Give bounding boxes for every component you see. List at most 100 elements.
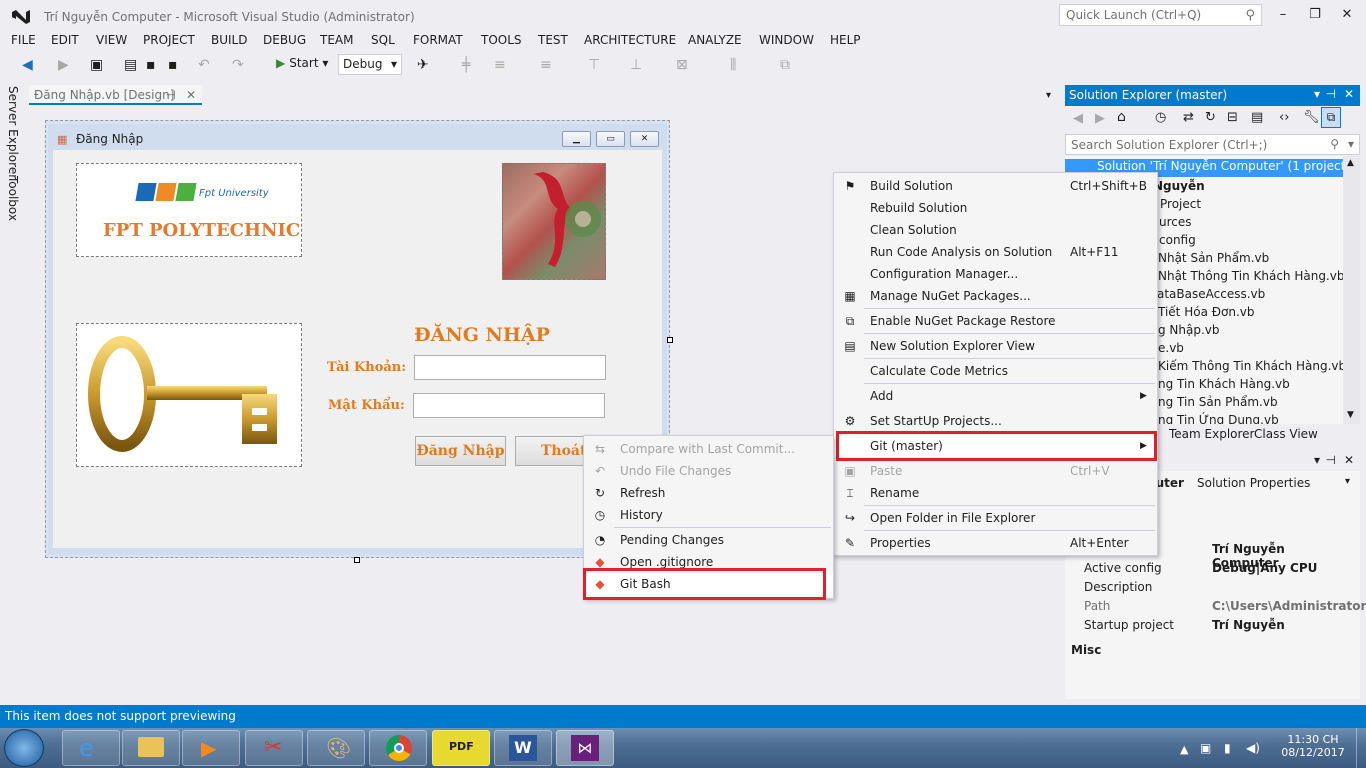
tree-scrollbar[interactable]: ▲ ▼ xyxy=(1343,156,1360,424)
vietnam-map-picture[interactable] xyxy=(502,163,606,280)
tree-item[interactable]: ataBaseAccess.vb xyxy=(1157,287,1265,301)
key-picture[interactable] xyxy=(76,323,302,467)
menu-debug[interactable]: DEBUG xyxy=(263,33,306,47)
property-row[interactable]: Active config Debug|Any CPU xyxy=(1065,561,1343,580)
password-input[interactable] xyxy=(413,393,605,418)
close-icon[interactable]: ✕ xyxy=(1344,453,1354,467)
menu-file[interactable]: FILE xyxy=(11,33,36,47)
form-maximize-button[interactable]: ▭ xyxy=(596,131,625,147)
menu-item-pending-changes[interactable]: ◔ Pending Changes xyxy=(584,529,833,551)
tab-class-view[interactable]: Class View xyxy=(1254,427,1318,441)
menu-item-clean-solution[interactable]: Clean Solution xyxy=(834,219,1157,241)
menu-sql[interactable]: SQL xyxy=(371,33,395,47)
new-project-icon[interactable]: ▣ xyxy=(90,57,103,73)
collapse-icon[interactable]: ⊟ xyxy=(1227,110,1238,125)
tree-item[interactable]: Nhật Thông Tin Khách Hàng.vb xyxy=(1158,269,1343,283)
menu-tools[interactable]: TOOLS xyxy=(481,33,522,47)
tree-item[interactable]: e.vb xyxy=(1158,341,1184,355)
back-icon[interactable]: ◀ xyxy=(1073,111,1083,126)
menu-item-enable-nuget-restore[interactable]: ⧉ Enable NuGet Package Restore xyxy=(834,310,1157,332)
toolbox-tab[interactable]: Toolbox xyxy=(6,176,20,221)
menu-window[interactable]: WINDOW xyxy=(759,33,814,47)
menu-view[interactable]: VIEW xyxy=(96,33,127,47)
open-file-icon[interactable]: ▤ xyxy=(124,57,137,73)
menu-item-add[interactable]: Add ▶ xyxy=(834,385,1157,407)
code-icon[interactable]: ‹› xyxy=(1279,110,1289,125)
show-desktop-button[interactable] xyxy=(1356,728,1366,768)
align-top-icon[interactable]: ⊤ xyxy=(588,57,600,73)
menu-item-configuration-manager[interactable]: Configuration Manager... xyxy=(834,263,1157,285)
form-minimize-button[interactable]: ▁ xyxy=(562,131,591,147)
menu-item-build-solution[interactable]: ⚑ Build Solution Ctrl+Shift+B xyxy=(834,175,1157,197)
menu-item-set-startup-projects[interactable]: ⚙ Set StartUp Projects... xyxy=(834,410,1157,432)
wrench-icon[interactable]: 🔧︎ xyxy=(1303,110,1320,125)
minimize-button[interactable]: – xyxy=(1268,4,1298,26)
menu-item-history[interactable]: ◷ History xyxy=(584,504,833,526)
refresh-icon[interactable]: ↻ xyxy=(1205,110,1216,125)
tree-item[interactable]: ng Tin Khách Hàng.vb xyxy=(1158,377,1290,391)
align-icon[interactable]: ╪ xyxy=(462,57,470,73)
forward-icon[interactable]: ▶ xyxy=(1095,111,1105,126)
menu-architecture[interactable]: ARCHITECTURE xyxy=(584,33,676,47)
taskbar-snipping-icon[interactable]: ✂ xyxy=(245,730,303,766)
username-input[interactable] xyxy=(414,355,606,380)
pin-icon[interactable]: ⊣ xyxy=(1326,87,1336,101)
tree-item-project[interactable]: Nguyễn xyxy=(1153,179,1205,193)
taskbar-paint-icon[interactable]: 🎨︎ xyxy=(307,730,365,766)
align-bottom-icon[interactable]: ⊥ xyxy=(630,57,642,73)
tray-device-icon[interactable]: ▣ xyxy=(1200,741,1211,755)
tree-item[interactable]: Nhật Sản Phẩm.vb xyxy=(1158,251,1269,265)
property-row[interactable]: Description xyxy=(1065,580,1343,599)
menu-item-manage-nuget[interactable]: ▦ Manage NuGet Packages... xyxy=(834,285,1157,307)
fpt-logo-picture[interactable]: Fpt University FPT POLYTECHNIC xyxy=(76,163,302,257)
taskbar-visual-studio-icon[interactable]: ⋈ xyxy=(556,730,614,766)
start-button[interactable]: ▶ Start ▾ xyxy=(276,56,328,70)
close-tab-icon[interactable]: ✕ xyxy=(186,88,196,102)
doc-dropdown-icon[interactable]: ▾ xyxy=(1046,90,1051,101)
align-right-icon[interactable]: ≡ xyxy=(540,57,552,73)
property-row[interactable]: Path C:\Users\Administrator\ xyxy=(1065,599,1366,618)
menu-item-paste[interactable]: ▣ Paste Ctrl+V xyxy=(834,460,1157,482)
menu-item-calculate-code-metrics[interactable]: Calculate Code Metrics xyxy=(834,360,1157,382)
tree-item[interactable]: Kiếm Thông Tin Khách Hàng.vb xyxy=(1158,359,1343,373)
tree-item[interactable]: config xyxy=(1159,233,1196,247)
taskbar-explorer-icon[interactable] xyxy=(122,730,180,766)
back-icon[interactable]: ◀ xyxy=(22,57,33,73)
order-icon[interactable]: ⧉ xyxy=(780,57,790,73)
save-all-icon[interactable]: ▪ xyxy=(168,57,178,73)
tray-expand-icon[interactable]: ▲ xyxy=(1180,743,1188,756)
menu-team[interactable]: TEAM xyxy=(320,33,353,47)
resize-handle-bottom[interactable] xyxy=(354,557,360,563)
solution-config-select[interactable]: Debug ▾ xyxy=(338,54,402,75)
spacing-icon[interactable]: ⫼ xyxy=(730,57,736,73)
attach-icon[interactable]: ✈ xyxy=(417,57,429,73)
close-button[interactable]: ✕ xyxy=(1332,4,1362,26)
home-icon[interactable]: ⌂ xyxy=(1117,109,1126,125)
resize-handle-right[interactable] xyxy=(667,337,673,343)
taskbar-pdf-icon[interactable]: PDF xyxy=(432,730,490,766)
menu-item-rebuild-solution[interactable]: Rebuild Solution xyxy=(834,197,1157,219)
tree-item[interactable]: ng Tin Ứng Dụng.vb xyxy=(1158,413,1279,424)
exit-button[interactable]: Thoát xyxy=(515,436,586,466)
taskbar-chrome-icon[interactable] xyxy=(369,730,427,766)
redo-icon[interactable]: ↷ xyxy=(232,57,244,73)
menu-item-new-solution-explorer-view[interactable]: ▤ New Solution Explorer View xyxy=(834,335,1157,357)
pin-icon[interactable]: ⊣ xyxy=(166,88,176,102)
start-orb-icon[interactable] xyxy=(4,729,44,767)
menu-analyze[interactable]: ANALYZE xyxy=(688,33,742,47)
undo-icon[interactable]: ↶ xyxy=(198,57,210,73)
menu-project[interactable]: PROJECT xyxy=(143,33,195,47)
preview-icon[interactable]: ⧉ xyxy=(1321,107,1341,128)
menu-edit[interactable]: EDIT xyxy=(51,33,79,47)
menu-item-compare-last-commit[interactable]: ⇆ Compare with Last Commit... xyxy=(584,438,833,460)
history-icon[interactable]: ◷ xyxy=(1155,110,1166,125)
pin-icon[interactable]: ⊣ xyxy=(1326,453,1336,467)
quick-launch-input[interactable]: Quick Launch (Ctrl+Q) ⚲ xyxy=(1059,4,1262,26)
taskbar-ie-icon[interactable]: e xyxy=(62,730,120,766)
menu-item-run-code-analysis[interactable]: Run Code Analysis on Solution Alt+F11 xyxy=(834,241,1157,263)
restore-button[interactable]: ❐ xyxy=(1300,4,1330,26)
menu-item-undo-file-changes[interactable]: ↶ Undo File Changes xyxy=(584,460,833,482)
menu-item-refresh[interactable]: ↻ Refresh xyxy=(584,482,833,504)
property-row[interactable]: Startup project Trí Nguyễn xyxy=(1065,618,1343,637)
sync-icon[interactable]: ⇄ xyxy=(1183,110,1194,125)
